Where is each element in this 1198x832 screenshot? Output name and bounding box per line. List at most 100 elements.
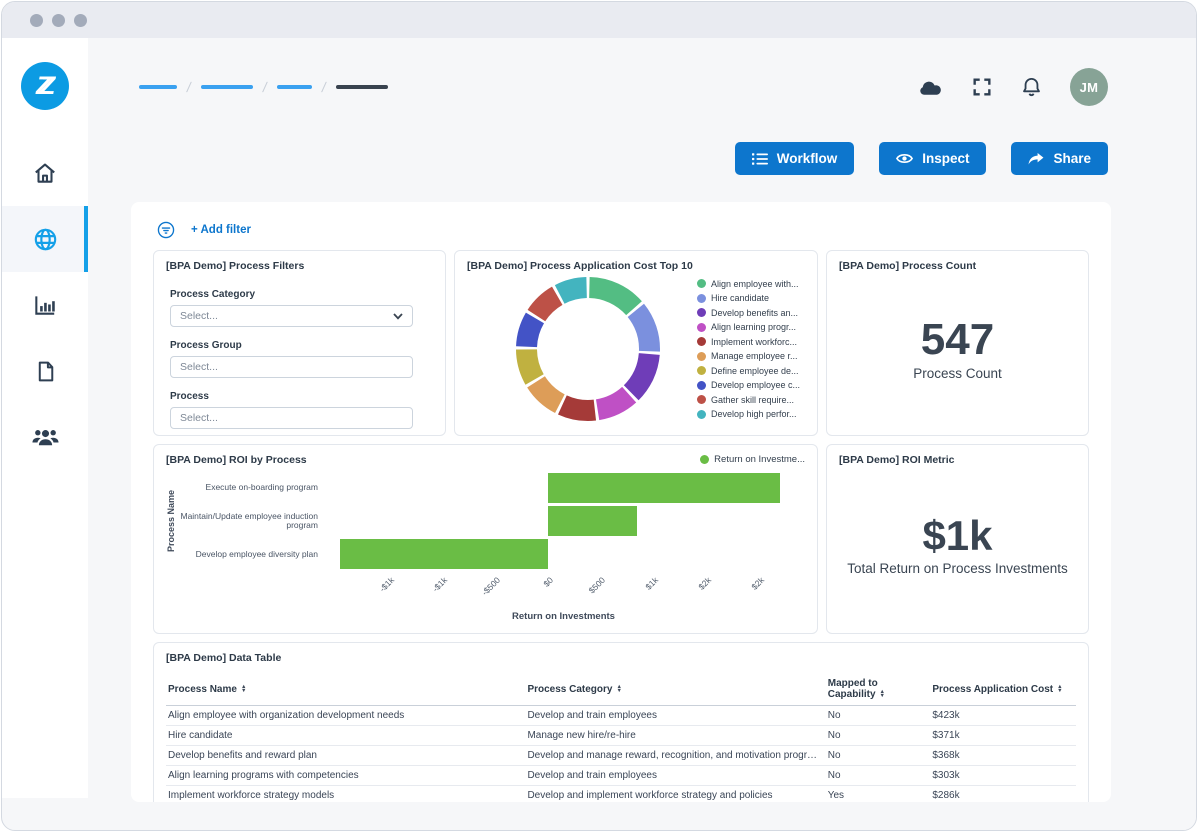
legend-dot [697, 337, 706, 346]
legend-label: Develop employee c... [711, 380, 800, 390]
legend-item[interactable]: Implement workforc... [697, 337, 805, 347]
category-label: Develop employee diversity plan [178, 538, 326, 571]
notifications-icon[interactable] [1020, 75, 1043, 99]
table-row[interactable]: Align learning programs with competencie… [166, 766, 1076, 786]
legend-label: Manage employee r... [711, 351, 798, 361]
legend-label: Align employee with... [711, 279, 799, 289]
bar-band [326, 538, 801, 571]
donut-segment[interactable] [536, 382, 560, 404]
sort-icon: ▲▼ [1057, 685, 1062, 693]
process-select[interactable]: Select... [170, 407, 413, 429]
table-cell: No [826, 706, 931, 726]
application-cost-panel: [BPA Demo] Process Application Cost Top … [454, 250, 818, 436]
breadcrumb-separator: / [186, 79, 193, 95]
table-row[interactable]: Hire candidateManage new hire/re-hireNo$… [166, 726, 1076, 746]
legend-label: Gather skill require... [711, 395, 794, 405]
main-area: /// JM [88, 38, 1196, 830]
window-titlebar [2, 2, 1196, 38]
select-placeholder: Select... [180, 361, 218, 373]
donut-segment[interactable] [536, 296, 557, 316]
sort-icon: ▲▼ [880, 690, 885, 698]
donut-segment[interactable] [636, 310, 650, 351]
window-dot[interactable] [30, 14, 43, 27]
sidebar-item-home[interactable] [2, 140, 88, 206]
donut-segment[interactable] [631, 354, 649, 393]
breadcrumb-segment[interactable] [336, 85, 388, 89]
table-row[interactable]: Develop benefits and reward planDevelop … [166, 746, 1076, 766]
roi-metric-value: $1k [922, 515, 992, 557]
sidebar-item-dashboards[interactable] [2, 206, 88, 272]
x-axis-ticks: -$1k-$1k-$500$0$500$1k$2k$2k [326, 571, 801, 611]
legend-item[interactable]: Align learning progr... [697, 322, 805, 332]
legend-item[interactable]: Hire candidate [697, 293, 805, 303]
table-cell: Manage new hire/re-hire [525, 726, 825, 746]
donut-segment[interactable] [560, 288, 587, 295]
sidebar-item-users[interactable] [2, 404, 88, 470]
breadcrumb-segment[interactable] [139, 85, 177, 89]
legend-item[interactable]: Manage employee r... [697, 351, 805, 361]
legend-label: Align learning progr... [711, 322, 796, 332]
users-icon [31, 423, 60, 452]
add-filter-button[interactable]: + Add filter [191, 224, 251, 236]
window-dot[interactable] [52, 14, 65, 27]
legend-item[interactable]: Develop employee c... [697, 380, 805, 390]
legend-dot [697, 308, 706, 317]
window-dot[interactable] [74, 14, 87, 27]
legend-label: Develop high perfor... [711, 409, 797, 419]
column-header-label: Process Category [527, 684, 612, 695]
app-logo[interactable]: ZZ [21, 62, 69, 110]
y-axis-title: Process Name [164, 471, 178, 571]
process-category-select[interactable]: Select... [170, 305, 413, 327]
legend-item[interactable]: Define employee de... [697, 366, 805, 376]
process-count-panel: [BPA Demo] Process Count 547 Process Cou… [826, 250, 1089, 436]
bar[interactable] [548, 473, 780, 503]
legend-dot [697, 381, 706, 390]
column-header[interactable]: Process Category▲▼ [525, 673, 825, 706]
roi-metric-panel: [BPA Demo] ROI Metric $1k Total Return o… [826, 444, 1089, 634]
x-tick-label: $2k [696, 575, 713, 592]
sidebar-item-analytics[interactable] [2, 272, 88, 338]
sidebar-item-documents[interactable] [2, 338, 88, 404]
donut-segment[interactable] [527, 318, 535, 347]
breadcrumb-segment[interactable] [201, 85, 253, 89]
workflow-button[interactable]: Workflow [735, 142, 855, 175]
legend-dot [697, 279, 706, 288]
bar-chart-icon [32, 292, 58, 318]
x-tick-label: $500 [587, 575, 607, 595]
donut-segment[interactable] [598, 395, 630, 410]
donut-segment[interactable] [589, 288, 634, 309]
bar[interactable] [340, 539, 548, 569]
column-header[interactable]: Mapped to Capability▲▼ [826, 673, 931, 706]
workflow-button-label: Workflow [777, 151, 838, 166]
table-cell: $286k [930, 786, 1076, 803]
legend-item[interactable]: Gather skill require... [697, 395, 805, 405]
legend-dot [697, 395, 706, 404]
bar[interactable] [548, 506, 638, 536]
breadcrumb: /// [139, 82, 388, 92]
filter-icon[interactable] [157, 221, 175, 239]
inspect-button[interactable]: Inspect [879, 142, 986, 175]
column-header[interactable]: Process Name▲▼ [166, 673, 525, 706]
roi-legend[interactable]: Return on Investme... [700, 454, 805, 465]
y-axis-categories: Execute on-boarding programMaintain/Upda… [178, 471, 326, 571]
fullscreen-icon[interactable] [971, 76, 993, 98]
share-button[interactable]: Share [1011, 142, 1108, 175]
x-tick-label: -$1k [430, 575, 449, 594]
column-header[interactable]: Process Application Cost▲▼ [930, 673, 1076, 706]
cloud-icon[interactable] [917, 76, 944, 98]
data-table: Process Name▲▼Process Category▲▼Mapped t… [166, 673, 1076, 802]
legend-label: Implement workforc... [711, 337, 797, 347]
table-row[interactable]: Implement workforce strategy modelsDevel… [166, 786, 1076, 803]
breadcrumb-segment[interactable] [277, 85, 312, 89]
donut-segment[interactable] [527, 349, 535, 379]
inspect-button-label: Inspect [922, 151, 969, 166]
avatar[interactable]: JM [1070, 68, 1108, 106]
table-cell: No [826, 766, 931, 786]
legend-item[interactable]: Develop benefits an... [697, 308, 805, 318]
legend-item[interactable]: Develop high perfor... [697, 409, 805, 419]
table-row[interactable]: Align employee with organization develop… [166, 706, 1076, 726]
donut-segment[interactable] [562, 405, 594, 411]
process-group-select[interactable]: Select... [170, 356, 413, 378]
chevron-down-icon [393, 313, 403, 320]
legend-item[interactable]: Align employee with... [697, 279, 805, 289]
